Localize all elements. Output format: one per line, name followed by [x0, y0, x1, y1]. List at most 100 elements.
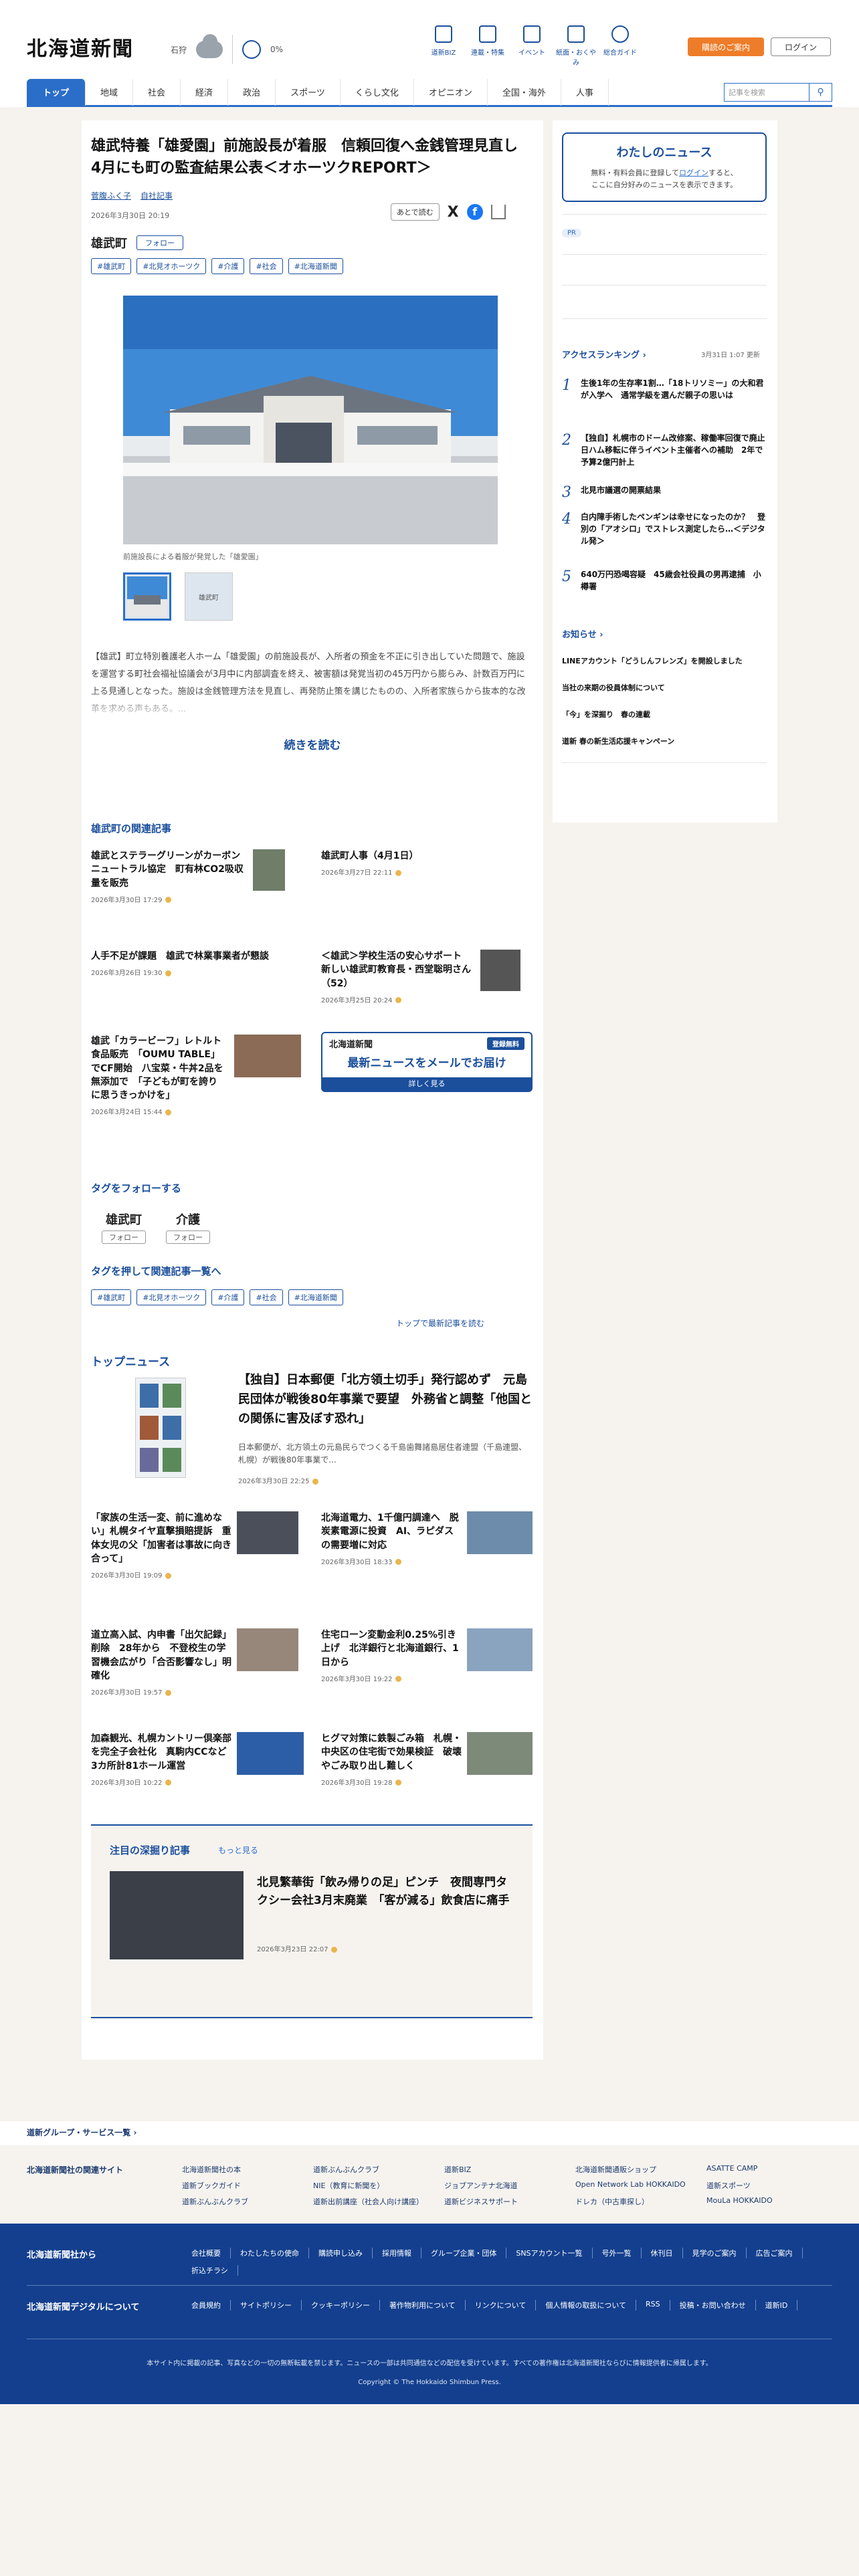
share-icon[interactable] — [490, 205, 506, 219]
footer-link[interactable]: 採用情報 — [373, 2248, 421, 2258]
subscribe-button[interactable]: 購読のご案内 — [688, 37, 764, 56]
top-news-thumbnail[interactable] — [467, 1511, 533, 1554]
related-thumbnail[interactable] — [234, 1035, 301, 1077]
deep-dive-more-link[interactable]: もっと見る — [218, 1844, 258, 1856]
site-link[interactable]: ジョブアンテナ北海道 — [444, 2180, 575, 2191]
site-link[interactable]: 道新ビジネスサポート — [444, 2196, 575, 2207]
tag[interactable]: #社会 — [250, 258, 283, 274]
nav-events[interactable]: イベント — [510, 25, 554, 67]
facebook-share-icon[interactable]: f — [466, 204, 483, 220]
nav-guide[interactable]: 総合ガイド — [598, 25, 642, 67]
ranking-item[interactable]: 2 【独自】札幌市のドーム改修案、稼働率回復で廃止 日ハム移転に伴うイベント主催者… — [562, 432, 773, 468]
gnav-sports[interactable]: スポーツ — [276, 78, 341, 106]
site-link[interactable]: 道新ぶんぶんクラブ — [182, 2196, 313, 2207]
site-link[interactable]: 道新スポーツ — [706, 2180, 838, 2191]
ranking-item[interactable]: 4 白内障手術したペンギンは幸せになったのか？ 登別の「アオシロ」でストレス測定し… — [562, 511, 767, 547]
footer-link[interactable]: 号外一覧 — [593, 2248, 642, 2258]
footer-link[interactable]: クッキーポリシー — [302, 2300, 380, 2311]
related-item[interactable]: 雄武町人事（4月1日） 2026年3月27日 22:11 — [321, 849, 542, 877]
deep-dive-headline[interactable]: 北見繁華街「飲み帰りの足」ピンチ 夜間専門タクシー会社3月末廃業 「客が減る」飲… — [257, 1874, 518, 1910]
footer-link[interactable]: 道新ID — [756, 2300, 798, 2311]
article-photo[interactable] — [123, 296, 498, 544]
top-news-headline[interactable]: 【独自】日本郵便「北方領土切手」発行認めず 元島民団体が戦後80年事業で要望 外… — [238, 1371, 533, 1428]
thumbnail-1[interactable] — [123, 572, 171, 621]
nav-series[interactable]: 連載・特集 — [466, 25, 510, 67]
notice-item[interactable]: LINEアカウント「どうしんフレンズ」を開設しました — [562, 655, 767, 666]
footer-link[interactable]: RSS — [636, 2300, 670, 2311]
top-news-thumbnail[interactable] — [237, 1628, 298, 1671]
gnav-politics[interactable]: 政治 — [228, 78, 276, 106]
read-later-button[interactable]: あとで読む — [391, 203, 440, 221]
site-link[interactable]: ドレカ（中古車探し） — [575, 2196, 706, 2207]
gnav-region[interactable]: 地域 — [86, 78, 134, 106]
weather-widget[interactable]: 石狩 0% — [171, 34, 283, 64]
site-link[interactable]: 北海道新聞社の本 — [182, 2164, 313, 2175]
footer-link[interactable]: 購読申し込み — [309, 2248, 373, 2258]
x-share-icon[interactable]: X — [448, 204, 459, 221]
tag[interactable]: #雄武町 — [91, 1289, 132, 1305]
site-link[interactable]: MouLa HOKKAIDO — [706, 2196, 838, 2207]
tag[interactable]: #北見オホーツク — [136, 258, 207, 274]
gnav-culture[interactable]: くらし文化 — [341, 78, 414, 106]
ranking-item[interactable]: 1 生後1年の生存率1割…「18トリソミー」の大和君が入学へ 通常学級を選んだ親子… — [562, 377, 767, 401]
site-link[interactable]: 道新ブックガイド — [182, 2180, 313, 2191]
footer-link[interactable]: サイトポリシー — [231, 2300, 302, 2311]
latest-link[interactable]: トップで最新記事を読む — [396, 1317, 484, 1329]
top-news-thumbnail[interactable] — [135, 1378, 186, 1478]
follow-tag-button[interactable]: フォロー — [166, 1230, 210, 1244]
related-thumbnail[interactable] — [253, 849, 285, 891]
my-news-login-link[interactable]: ログイン — [679, 169, 708, 177]
footer-link[interactable]: SNSアカウント一覧 — [506, 2248, 593, 2258]
mail-signup-banner[interactable]: 北海道新聞 登録無料 最新ニュースをメールでお届け 詳しく見る — [321, 1032, 533, 1092]
footer-link[interactable]: 会社概要 — [182, 2248, 231, 2258]
top-news-thumbnail[interactable] — [237, 1511, 298, 1554]
top-news-thumbnail[interactable] — [467, 1732, 533, 1775]
tag[interactable]: #介護 — [211, 258, 245, 274]
footer-link[interactable]: グループ企業・団体 — [421, 2248, 507, 2258]
footer-link[interactable]: 折込チラシ — [182, 2265, 238, 2276]
gnav-society[interactable]: 社会 — [133, 78, 181, 106]
tag[interactable]: #介護 — [211, 1289, 245, 1305]
deep-dive-image[interactable] — [110, 1871, 244, 1959]
footer-link[interactable]: わたしたちの使命 — [231, 2248, 309, 2258]
mail-banner-button[interactable]: 詳しく見る — [322, 1077, 531, 1091]
footer-link[interactable]: 休刊日 — [642, 2248, 683, 2258]
notice-item[interactable]: 「今」を深掘り 春の連載 — [562, 709, 767, 720]
tag[interactable]: #北見オホーツク — [136, 1289, 207, 1305]
top-news-thumbnail[interactable] — [467, 1628, 533, 1671]
footer-link[interactable]: 見学のご案内 — [683, 2248, 747, 2258]
footer-link[interactable]: リンクについて — [466, 2300, 537, 2311]
ranking-title[interactable]: アクセスランキング › — [562, 348, 646, 360]
site-link[interactable]: NIE（教育に新聞を） — [313, 2180, 444, 2191]
nav-paper[interactable]: 紙面・おくやみ — [554, 25, 598, 67]
follow-tag-button[interactable]: フォロー — [102, 1230, 146, 1244]
tag[interactable]: #社会 — [250, 1289, 283, 1305]
site-link[interactable]: 道新BIZ — [444, 2164, 575, 2175]
gnav-economy[interactable]: 経済 — [181, 78, 229, 106]
tag[interactable]: #雄武町 — [91, 258, 132, 274]
footer-link[interactable]: 投稿・お問い合わせ — [670, 2300, 756, 2311]
tag[interactable]: #北海道新聞 — [288, 258, 343, 274]
site-link[interactable]: Open Network Lab HOKKAIDO — [575, 2180, 706, 2191]
author-link[interactable]: 自社記事 — [140, 190, 173, 201]
footer-link[interactable]: 個人情報の取扱について — [536, 2300, 637, 2311]
group-services-link[interactable]: 道新グループ・サービス一覧 › — [27, 2127, 136, 2138]
site-link[interactable]: 北海道新聞通販ショップ — [575, 2164, 706, 2175]
related-item[interactable]: 人手不足が課題 雄武で林業事業者が懇談 2026年3月26日 19:30 — [91, 950, 312, 977]
footer-link[interactable]: 広告ご案内 — [747, 2248, 803, 2258]
nav-biz[interactable]: 道新BIZ — [421, 25, 466, 67]
tag[interactable]: #北海道新聞 — [288, 1289, 343, 1305]
read-more-button[interactable]: 続きを読む — [82, 736, 543, 752]
notice-title[interactable]: お知らせ › — [562, 627, 603, 640]
gnav-world[interactable]: 全国・海外 — [488, 78, 561, 106]
site-link[interactable]: 道新出前講座（社会人向け講座） — [313, 2196, 444, 2207]
notice-item[interactable]: 道新 春の新生活応援キャンペーン — [562, 736, 767, 746]
site-link[interactable]: ASATTE CAMP — [706, 2164, 838, 2175]
gnav-personnel[interactable]: 人事 — [561, 78, 609, 106]
notice-item[interactable]: 当社の来期の役員体制について — [562, 682, 767, 693]
related-thumbnail[interactable] — [480, 950, 520, 991]
search-icon[interactable]: ⚲ — [809, 82, 832, 102]
thumbnail-2[interactable]: 雄武町 — [185, 572, 233, 621]
ranking-item[interactable]: 5 640万円恐喝容疑 45歳会社役員の男再逮捕 小樽署 — [562, 568, 767, 593]
author-name[interactable]: 菅腹ふく子 — [91, 190, 131, 201]
